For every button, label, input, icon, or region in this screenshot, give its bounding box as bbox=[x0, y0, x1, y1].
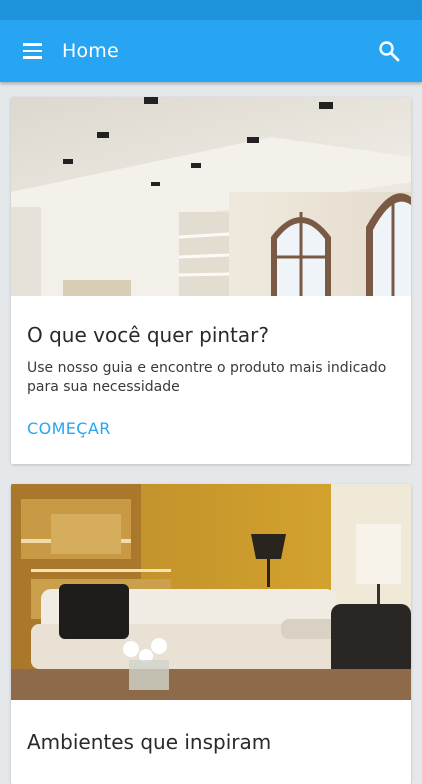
card-title: Ambientes que inspiram bbox=[27, 730, 272, 754]
card-description: Use nosso guia e encontre o produto mais… bbox=[27, 360, 387, 395]
app-bar: Home bbox=[0, 20, 422, 82]
inspiring-rooms-card[interactable]: Ambientes que inspiram bbox=[11, 484, 411, 784]
status-bar bbox=[0, 0, 422, 20]
start-button[interactable]: COMEÇAR bbox=[27, 419, 111, 438]
search-icon[interactable] bbox=[378, 40, 400, 62]
bright-room-ceiling-photo bbox=[11, 97, 411, 296]
app-title: Home bbox=[62, 40, 119, 62]
paint-guide-card[interactable]: O que você quer pintar? Use nosso guia e… bbox=[11, 97, 411, 464]
card-title: O que você quer pintar? bbox=[27, 323, 269, 347]
yellow-living-room-photo bbox=[11, 484, 411, 700]
hamburger-menu-icon[interactable] bbox=[22, 42, 44, 60]
